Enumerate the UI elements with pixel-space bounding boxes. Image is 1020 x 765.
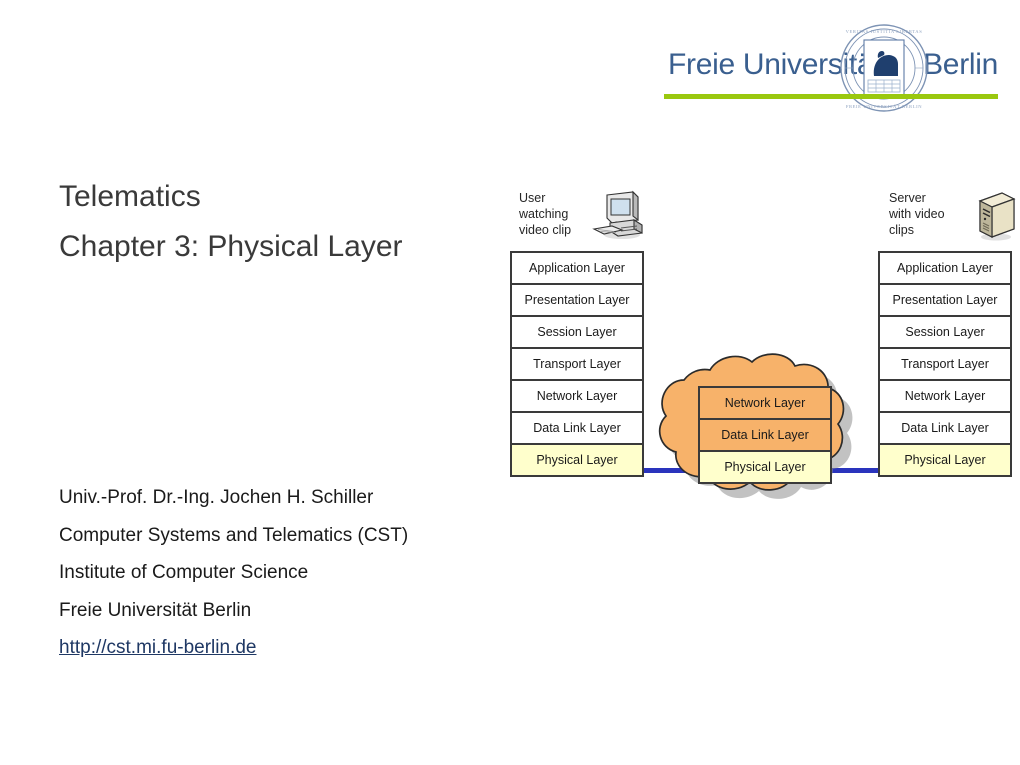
- client-caption-line-2: watching: [519, 207, 569, 221]
- server-layer-datalink[interactable]: Data Link Layer: [878, 411, 1012, 445]
- server-caption-line-2: with video: [889, 207, 945, 221]
- server-layer-application[interactable]: Application Layer: [878, 251, 1012, 285]
- cloud-layer-physical[interactable]: Physical Layer: [698, 450, 832, 484]
- client-layer-session[interactable]: Session Layer: [510, 315, 644, 349]
- client-layer-presentation[interactable]: Presentation Layer: [510, 283, 644, 317]
- author-university: Freie Universität Berlin: [59, 599, 252, 621]
- client-layer-transport[interactable]: Transport Layer: [510, 347, 644, 381]
- network-cloud: Network Layer Data Link Layer Physical L…: [648, 352, 888, 544]
- slide-canvas: Freie Universität Berlin VERITAS IUSTITI…: [0, 0, 1020, 765]
- client-layer-application[interactable]: Application Layer: [510, 251, 644, 285]
- client-layer-physical[interactable]: Physical Layer: [510, 443, 644, 477]
- page-title: Telematics Chapter 3: Physical Layer: [59, 172, 489, 272]
- server-layer-transport[interactable]: Transport Layer: [878, 347, 1012, 381]
- author-block: Univ.-Prof. Dr.-Ing. Jochen H. Schiller …: [59, 479, 499, 667]
- cloud-layer-stack: Network Layer Data Link Layer Physical L…: [698, 386, 832, 484]
- server-caption-line-1: Server: [889, 191, 926, 205]
- server-layer-session[interactable]: Session Layer: [878, 315, 1012, 349]
- author-name: Univ.-Prof. Dr.-Ing. Jochen H. Schiller: [59, 487, 374, 508]
- client-caption-line-3: video clip: [519, 223, 572, 237]
- logo-green-rule: [664, 94, 998, 99]
- client-layer-network[interactable]: Network Layer: [510, 379, 644, 413]
- svg-text:FREIE UNIVERSITÄT BERLIN: FREIE UNIVERSITÄT BERLIN: [846, 104, 922, 109]
- server-layer-stack: Application Layer Presentation Layer Ses…: [878, 251, 1012, 477]
- svg-text:VERITAS IUSTITIA LIBERTAS: VERITAS IUSTITIA LIBERTAS: [846, 29, 923, 34]
- client-layer-datalink[interactable]: Data Link Layer: [510, 411, 644, 445]
- server-layer-physical[interactable]: Physical Layer: [878, 443, 1012, 477]
- author-institute: Institute of Computer Science: [59, 562, 309, 583]
- server-tower-icon: [978, 192, 1016, 241]
- cloud-layer-network[interactable]: Network Layer: [698, 386, 832, 420]
- title-line-2: Chapter 3: Physical Layer: [59, 230, 403, 263]
- fu-berlin-logo: Freie Universität Berlin VERITAS IUSTITI…: [660, 22, 1000, 112]
- client-caption: User watching video clip: [519, 190, 571, 238]
- author-website-link[interactable]: http://cst.mi.fu-berlin.de: [59, 629, 256, 667]
- desktop-computer-icon: [592, 190, 643, 239]
- author-group: Computer Systems and Telematics (CST): [59, 524, 409, 546]
- cloud-layer-datalink[interactable]: Data Link Layer: [698, 418, 832, 452]
- server-layer-network[interactable]: Network Layer: [878, 379, 1012, 413]
- logo-text-berlin: Berlin: [923, 48, 998, 81]
- client-caption-line-1: User: [519, 191, 546, 205]
- server-caption-line-3: clips: [889, 223, 915, 237]
- server-layer-presentation[interactable]: Presentation Layer: [878, 283, 1012, 317]
- title-line-1: Telematics: [59, 180, 201, 213]
- server-caption: Server with video clips: [889, 190, 945, 238]
- client-layer-stack: Application Layer Presentation Layer Ses…: [510, 251, 644, 477]
